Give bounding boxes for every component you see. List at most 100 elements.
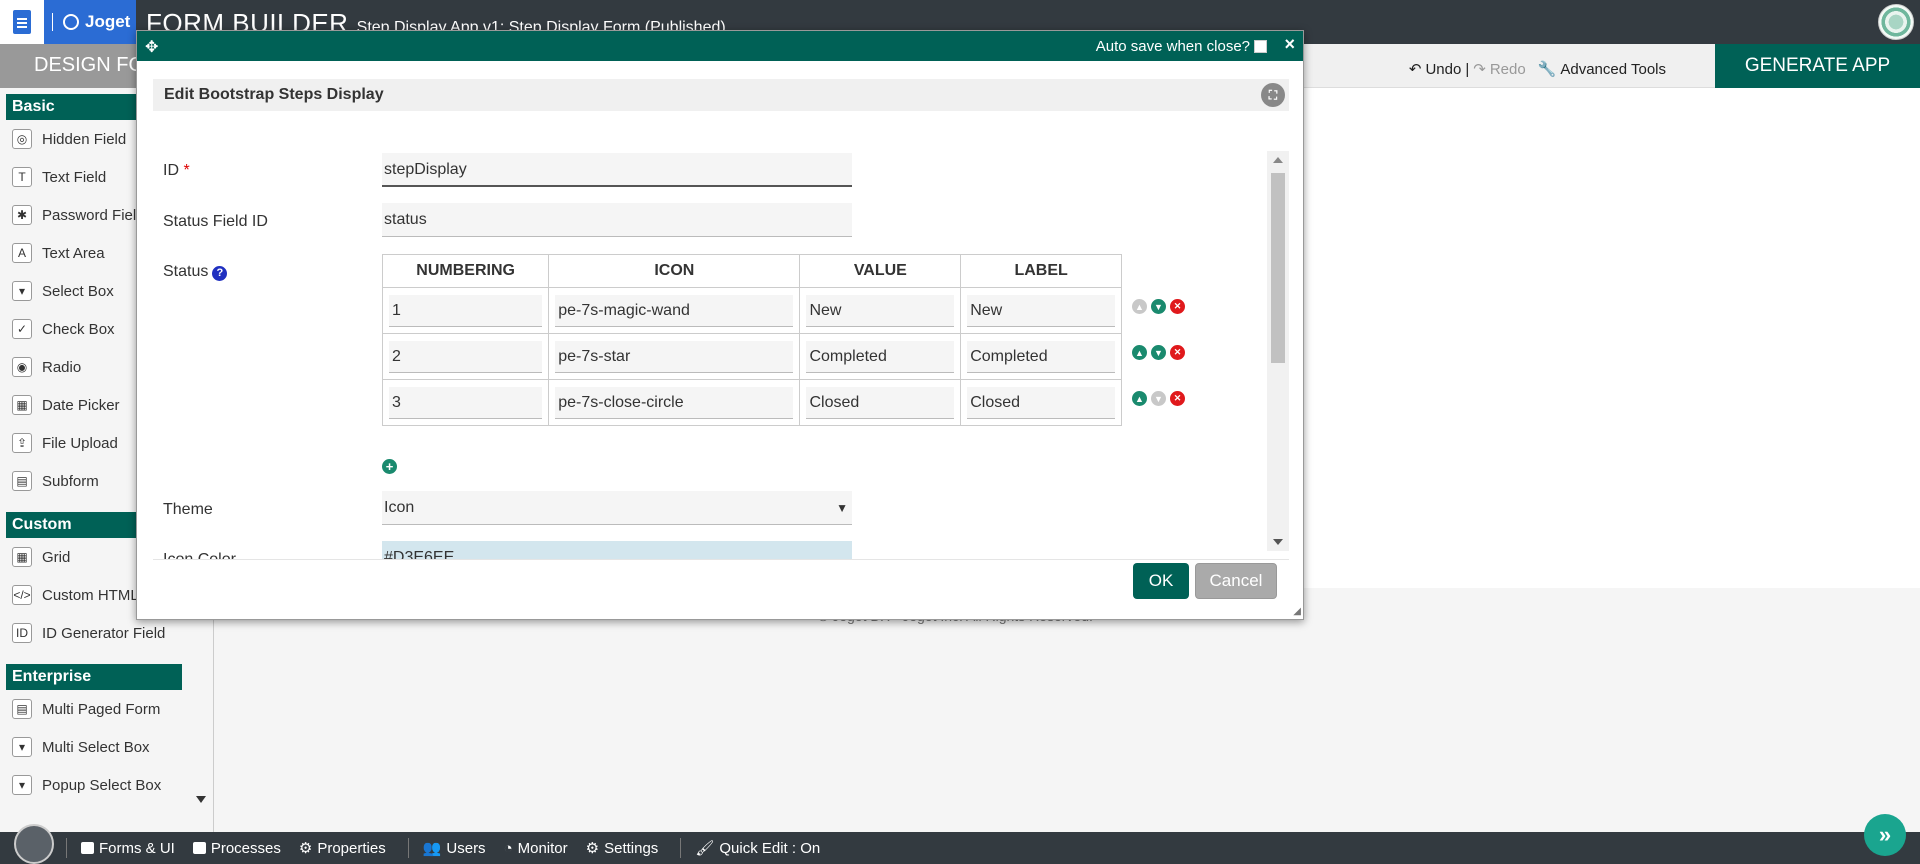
nav-settings[interactable]: ⚙ Settings: [586, 839, 659, 858]
numbering-input[interactable]: 1: [389, 294, 543, 327]
id-label: ID *: [163, 162, 190, 179]
move-up-icon[interactable]: ▲: [1132, 391, 1147, 406]
column-header-label: LABEL: [960, 254, 1122, 288]
close-icon[interactable]: ×: [1284, 34, 1295, 55]
value-input[interactable]: Completed: [806, 340, 955, 373]
table-row: 2 pe-7s-star Completed Completed: [381, 333, 1122, 380]
palette-item-label: Password Field: [42, 206, 145, 224]
palette-item-label: Multi Paged Form: [42, 700, 161, 718]
palette-item-label: Date Picker: [42, 396, 120, 414]
label-input[interactable]: Closed: [967, 386, 1115, 419]
table-cell: pe-7s-star: [548, 333, 801, 380]
expand-panel-button[interactable]: »: [1864, 814, 1906, 856]
bottom-bar: Forms & UI Processes ⚙ Properties 👥 Users …: [0, 824, 1920, 864]
ok-button[interactable]: OK: [1133, 563, 1189, 599]
id-field[interactable]: stepDisplay: [382, 153, 852, 187]
move-up-icon[interactable]: ▲: [1132, 299, 1147, 314]
joget-icon: [63, 14, 79, 30]
dialog-scrollbar[interactable]: [1267, 151, 1289, 551]
icon-input[interactable]: pe-7s-star: [555, 340, 794, 373]
popup-select-icon: ▾: [12, 775, 32, 795]
nav-properties[interactable]: ⚙ Properties: [298, 839, 386, 858]
label-input[interactable]: Completed: [967, 340, 1115, 373]
palette-item-multi-select-box[interactable]: ▾ Multi Select Box: [6, 728, 182, 766]
dialog-header: Edit Bootstrap Steps Display ⛶: [153, 79, 1289, 111]
move-down-icon[interactable]: ▼: [1151, 299, 1166, 314]
generate-app-button[interactable]: GENERATE APP: [1715, 44, 1920, 88]
palette-item-label: Check Box: [42, 320, 115, 338]
joget-home-icon[interactable]: [14, 824, 54, 864]
status-grid: NUMBERING ICON VALUE LABEL 1 pe-7s-magic-…: [381, 254, 1185, 426]
palette-item-popup-select-box[interactable]: ▾ Popup Select Box: [6, 766, 182, 804]
check-box-icon: ✓: [12, 319, 32, 339]
nav-monitor[interactable]: ◔ Monitor: [504, 840, 568, 857]
move-up-icon[interactable]: ▲: [1132, 345, 1147, 360]
cancel-button[interactable]: Cancel: [1195, 563, 1277, 599]
table-cell: Closed: [960, 379, 1122, 426]
move-down-icon[interactable]: ▼: [1151, 345, 1166, 360]
joget-logo[interactable]: Joget: [44, 0, 136, 44]
table-cell: 1: [381, 287, 550, 334]
nav-users[interactable]: 👥 Users: [423, 839, 486, 858]
move-icon[interactable]: ✥: [145, 37, 158, 57]
table-row: 1 pe-7s-magic-wand New New: [381, 287, 1122, 334]
delete-row-icon[interactable]: ✕: [1170, 299, 1185, 314]
fullscreen-icon[interactable]: ⛶: [1261, 83, 1285, 107]
row-actions: ▲ ▼ ✕: [1132, 391, 1185, 406]
quick-edit-toggle[interactable]: 🖌 Quick Edit : On: [695, 839, 820, 858]
palette-item-multi-paged-form[interactable]: ▤ Multi Paged Form: [6, 690, 182, 728]
scroll-down-icon[interactable]: [1273, 539, 1283, 545]
autosave-checkbox[interactable]: [1254, 40, 1267, 53]
multi-select-icon: ▾: [12, 737, 32, 757]
table-cell: pe-7s-magic-wand: [548, 287, 801, 334]
status-field-id-input[interactable]: status: [382, 203, 852, 237]
document-logo-icon[interactable]: [0, 0, 44, 44]
toolbar-actions: ↶ Undo | ↷ Redo 🔧 Advanced Tools: [1409, 60, 1666, 79]
dialog-titlebar[interactable]: ✥ Auto save when close? ×: [137, 31, 1303, 61]
value-input[interactable]: New: [806, 294, 955, 327]
numbering-input[interactable]: 3: [389, 386, 543, 419]
avatar[interactable]: [1878, 4, 1914, 40]
id-icon: ID: [12, 623, 32, 643]
resize-handle-icon[interactable]: ◢: [1293, 606, 1301, 617]
numbering-input[interactable]: 2: [389, 340, 543, 373]
table-cell: New: [960, 287, 1122, 334]
gear-icon: ⚙: [298, 840, 313, 857]
tab-design-form[interactable]: DESIGN FORM: [0, 44, 146, 88]
nav-processes[interactable]: Processes: [192, 840, 281, 857]
advanced-tools-button[interactable]: Advanced Tools: [1560, 61, 1666, 78]
palette-item-label: File Upload: [42, 434, 118, 452]
help-icon[interactable]: ?: [212, 266, 228, 281]
palette-item-label: Hidden Field: [42, 130, 127, 148]
undo-button[interactable]: Undo: [1425, 61, 1461, 78]
properties-form: ID * stepDisplay Status Field ID status …: [153, 149, 1289, 559]
icon-input[interactable]: pe-7s-close-circle: [555, 386, 794, 419]
scroll-down-arrow-icon[interactable]: [196, 796, 206, 803]
multi-page-icon: ▤: [12, 699, 32, 719]
redo-icon: ↷: [1473, 61, 1486, 78]
table-cell: Completed: [960, 333, 1122, 380]
column-header-icon: ICON: [548, 254, 801, 288]
label-input[interactable]: New: [967, 294, 1115, 327]
table-cell: Closed: [799, 379, 962, 426]
icon-input[interactable]: pe-7s-magic-wand: [555, 294, 794, 327]
redo-button[interactable]: Redo: [1490, 61, 1526, 78]
delete-row-icon[interactable]: ✕: [1170, 345, 1185, 360]
divider: [153, 559, 1289, 560]
move-down-icon[interactable]: ▼: [1151, 391, 1166, 406]
toolbar-separator: |: [1465, 60, 1470, 78]
delete-row-icon[interactable]: ✕: [1170, 391, 1185, 406]
palette-item-label: Text Area: [42, 244, 105, 262]
autosave-label: Auto save when close?: [1095, 38, 1250, 55]
add-row-icon[interactable]: +: [382, 459, 397, 474]
icon-color-field[interactable]: #D3E6EE: [382, 541, 852, 559]
scroll-up-icon[interactable]: [1273, 157, 1283, 163]
palette-section-enterprise-header[interactable]: Enterprise: [6, 664, 182, 690]
table-cell: New: [799, 287, 962, 334]
value-input[interactable]: Closed: [806, 386, 955, 419]
table-cell: 3: [381, 379, 550, 426]
nav-forms-ui[interactable]: Forms & UI: [81, 840, 175, 857]
column-header-numbering: NUMBERING: [381, 254, 550, 288]
theme-select[interactable]: Icon ▼: [382, 491, 852, 525]
scrollbar-thumb[interactable]: [1271, 173, 1285, 363]
